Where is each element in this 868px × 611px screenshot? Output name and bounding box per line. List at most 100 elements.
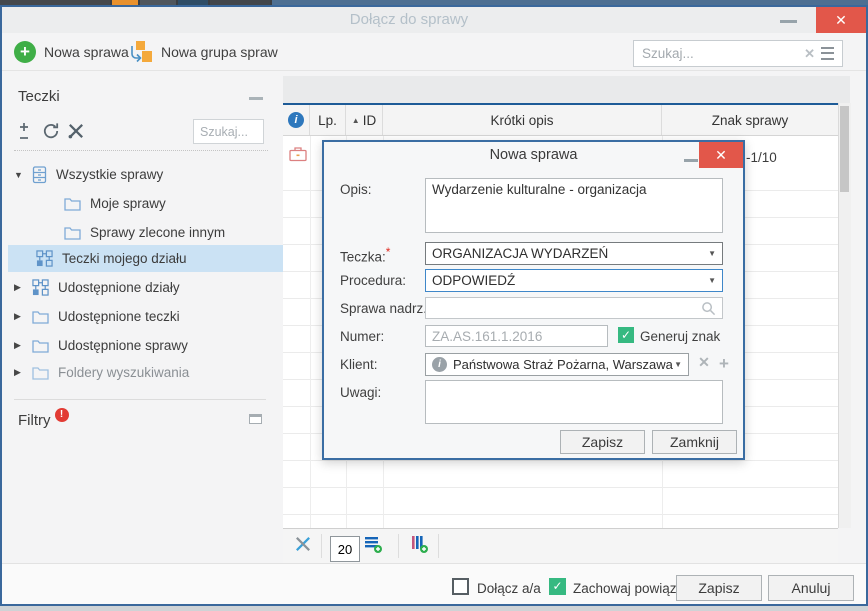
tree-item-wszystkie-sprawy[interactable]: ▼ Wszystkie sprawy: [8, 161, 272, 188]
refresh-icon[interactable]: [42, 122, 62, 142]
case-mark-cell: -1/10: [746, 150, 777, 165]
klient-value: Państwowa Straż Pożarna, Warszawa: [453, 357, 674, 372]
collapse-section-icon[interactable]: [249, 97, 263, 100]
window-title: Dołącz do sprawy: [2, 7, 816, 33]
toolbar-separator: [2, 70, 866, 71]
uwagi-textarea[interactable]: [425, 380, 723, 424]
dialog-minimize-button[interactable]: [684, 159, 698, 162]
chevron-down-icon[interactable]: ▼: [14, 170, 32, 180]
tree-item-label: Wszystkie sprawy: [56, 167, 163, 182]
plus-circle-icon: +: [14, 41, 36, 63]
panel-toggle-icon[interactable]: [249, 414, 262, 424]
tree-item-sprawy-zlecone[interactable]: Sprawy zlecone innym: [8, 219, 322, 246]
opis-label: Opis:: [340, 182, 372, 197]
search-menu-icon[interactable]: [821, 47, 834, 60]
tree-item-udostepnione-sprawy[interactable]: ▶ Udostępnione sprawy: [8, 332, 272, 359]
uwagi-label: Uwagi:: [340, 385, 381, 400]
filters-section[interactable]: Filtry !: [18, 412, 69, 429]
tree-search-box: [193, 119, 264, 144]
attach-aa-checkbox[interactable]: [452, 578, 469, 595]
tools-icon[interactable]: [67, 122, 87, 142]
search-input[interactable]: [634, 46, 801, 61]
tree-item-teczki-dzialu[interactable]: Teczki mojego działu: [8, 245, 294, 272]
new-case-group-button[interactable]: Nowa grupa spraw: [128, 39, 278, 65]
column-label: Krótki opis: [490, 113, 553, 128]
close-icon: ✕: [715, 147, 727, 163]
folder-icon: [32, 339, 49, 353]
tree-item-label: Foldery wyszukiwania: [58, 365, 189, 380]
tree-item-moje-sprawy[interactable]: Moje sprawy: [8, 190, 322, 217]
klient-clear-button[interactable]: ✕: [696, 354, 712, 371]
chevron-down-icon: ▼: [674, 360, 682, 369]
teczka-label-text: Teczka:: [340, 250, 386, 265]
table-gridline: [283, 460, 838, 461]
tree-item-foldery-wyszukiwania[interactable]: ▶ Foldery wyszukiwania: [8, 359, 272, 386]
expand-collapse-all-icon[interactable]: [16, 122, 36, 142]
new-case-group-label: Nowa grupa spraw: [161, 44, 278, 60]
tree-item-udostepnione-teczki[interactable]: ▶ Udostępnione teczki: [8, 303, 272, 330]
table-search-box: ✕: [633, 40, 843, 67]
dialog-save-button[interactable]: Zapisz: [560, 430, 645, 454]
tree-item-udostepnione-dzialy[interactable]: ▶ Udostępnione działy: [8, 274, 272, 301]
attach-aa-label: Dołącz a/a: [477, 581, 541, 596]
minimize-button[interactable]: [780, 20, 797, 23]
column-label: ID: [363, 113, 377, 128]
numer-label: Numer:: [340, 329, 384, 344]
teczka-label: Teczka:*: [340, 245, 390, 265]
table-gridline: [283, 514, 838, 515]
column-info[interactable]: i: [283, 105, 310, 135]
column-short-desc[interactable]: Krótki opis: [383, 105, 662, 135]
chevron-right-icon[interactable]: ▶: [14, 367, 32, 378]
dialog-close-button[interactable]: ✕: [699, 142, 743, 168]
archive-icon: [32, 166, 47, 184]
add-column-icon[interactable]: [410, 535, 429, 557]
sprawa-nadrz-input[interactable]: [425, 297, 723, 319]
tree-item-label: Moje sprawy: [90, 196, 166, 211]
klient-add-button[interactable]: +: [716, 354, 732, 374]
klient-select[interactable]: i Państwowa Straż Pożarna, Warszawa ▼: [425, 353, 689, 376]
add-row-icon[interactable]: [364, 535, 383, 557]
close-button[interactable]: ✕: [816, 7, 866, 33]
search-icon: [701, 301, 716, 316]
new-case-button[interactable]: + Nowa sprawa: [14, 39, 129, 65]
filters-section-title: Filtry: [18, 412, 51, 429]
chevron-right-icon[interactable]: ▶: [14, 282, 32, 293]
toolbar-separator: [438, 534, 439, 558]
footer-save-button[interactable]: Zapisz: [676, 575, 762, 601]
scrollbar-thumb[interactable]: [840, 106, 849, 192]
column-lp[interactable]: Lp.: [310, 105, 346, 135]
column-label: Lp.: [318, 113, 337, 128]
chevron-right-icon[interactable]: ▶: [14, 340, 32, 351]
numer-input[interactable]: [425, 325, 608, 347]
tree-item-label: Udostępnione sprawy: [58, 338, 188, 353]
page-size-input[interactable]: [330, 536, 360, 562]
tree-item-label: Udostępnione teczki: [58, 309, 180, 324]
column-id[interactable]: ▲ ID: [346, 105, 383, 135]
table-gridline: [310, 136, 311, 528]
procedura-select[interactable]: ODPOWIEDŹ ▼: [425, 269, 723, 292]
required-icon: *: [386, 245, 391, 259]
procedura-label: Procedura:: [340, 273, 406, 288]
new-case-dialog: Nowa sprawa ✕ Opis: Wydarzenie kulturaln…: [322, 140, 745, 460]
dotted-divider: [14, 150, 268, 151]
chevron-right-icon[interactable]: ▶: [14, 311, 32, 322]
toolbar-separator: [398, 534, 399, 558]
footer-cancel-button[interactable]: Anuluj: [768, 575, 854, 601]
clear-search-icon[interactable]: ✕: [801, 46, 818, 62]
procedura-value: ODPOWIEDŹ: [432, 273, 708, 288]
keep-links-checkbox[interactable]: ✓: [549, 578, 566, 595]
sprawa-nadrz-label: Sprawa nadrz.:: [340, 301, 431, 316]
sort-asc-icon: ▲: [352, 116, 360, 125]
column-case-mark[interactable]: Znak sprawy: [662, 105, 838, 135]
tree-item-label: Teczki mojego działu: [62, 251, 187, 266]
teczka-select[interactable]: ORGANIZACJA WYDARZEŃ ▼: [425, 242, 723, 265]
chevron-down-icon: ▼: [708, 276, 716, 285]
dialog-title: Nowa sprawa: [324, 142, 743, 169]
opis-textarea[interactable]: Wydarzenie kulturalne - organizacja: [425, 178, 723, 233]
tree-item-label: Udostępnione działy: [58, 280, 180, 295]
grid-tools-icon[interactable]: [294, 535, 312, 556]
klient-label: Klient:: [340, 357, 378, 372]
dialog-close-action-button[interactable]: Zamknij: [652, 430, 737, 454]
generuj-znak-checkbox[interactable]: ✓: [618, 327, 634, 343]
tree-search-input[interactable]: [194, 120, 263, 143]
